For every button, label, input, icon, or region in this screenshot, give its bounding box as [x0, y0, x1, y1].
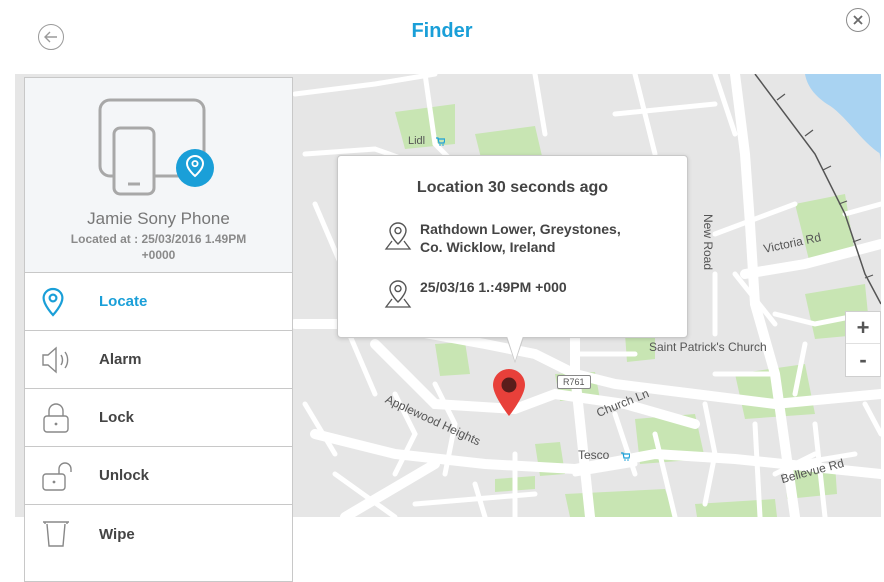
menu-item-label: Locate [99, 293, 148, 310]
unlock-icon [41, 459, 75, 493]
popup-address-line2: Co. Wicklow, Ireland [420, 239, 556, 255]
device-name: Jamie Sony Phone [87, 209, 230, 228]
devices-icon [98, 98, 214, 196]
close-button[interactable] [846, 8, 870, 32]
popup-title: Location 30 seconds ago [416, 179, 609, 196]
menu-item-locate[interactable]: Locate [25, 273, 292, 331]
lock-icon [41, 401, 75, 435]
close-icon [853, 15, 863, 25]
device-located-at: Located at : 25/03/2016 1.49PM +0000 [35, 231, 282, 263]
menu-item-label: Alarm [99, 351, 142, 368]
popup-time-row: 25/03/16 1.:49PM +000 [384, 278, 567, 308]
zoom-in-button[interactable]: + [846, 312, 880, 344]
location-pin-icon [41, 285, 75, 319]
menu-item-label: Wipe [99, 525, 135, 543]
map-label-tesco: Tesco [578, 448, 610, 462]
popup-tail [506, 336, 524, 363]
zoom-out-button[interactable]: - [846, 344, 880, 376]
map-label-lidl: Lidl [408, 135, 426, 147]
device-card: Jamie Sony Phone Located at : 25/03/2016… [25, 78, 292, 273]
menu-item-alarm[interactable]: Alarm [25, 331, 292, 389]
map-label-saint-patricks: Saint Patrick's Church [649, 340, 767, 354]
shopping-cart-icon [436, 137, 445, 146]
menu-item-label: Lock [99, 409, 135, 426]
page-title: Finder [411, 20, 473, 42]
map-label-new-road: New Road [701, 214, 715, 271]
device-located-line1: Located at : 25/03/2016 1.49PM [70, 232, 247, 246]
device-located-line2: +0000 [141, 248, 176, 262]
location-pin-icon [384, 280, 412, 308]
menu-item-label: Unlock [99, 467, 150, 484]
location-marker[interactable] [492, 368, 526, 423]
shopping-cart-icon [621, 452, 630, 461]
menu-item-lock[interactable]: Lock [25, 389, 292, 447]
zoom-control: + - [845, 311, 881, 377]
menu-item-unlock[interactable]: Unlock [25, 447, 292, 505]
menu-item-wipe[interactable]: Wipe [25, 505, 292, 563]
road-shield-r761: R761 [557, 375, 591, 389]
device-sidebar: Jamie Sony Phone Located at : 25/03/2016… [24, 77, 293, 582]
popup-address-line1: Rathdown Lower, Greystones, [420, 221, 621, 237]
location-popup: Location 30 seconds ago Rathdown Lower, … [337, 155, 688, 363]
speaker-icon [41, 343, 75, 377]
popup-time: 25/03/16 1.:49PM +000 [420, 279, 567, 295]
bucket-icon [41, 517, 75, 551]
location-pin-icon [384, 222, 412, 250]
popup-address-row: Rathdown Lower, Greystones, Co. Wicklow,… [384, 220, 621, 256]
map-pin-icon [493, 369, 525, 416]
